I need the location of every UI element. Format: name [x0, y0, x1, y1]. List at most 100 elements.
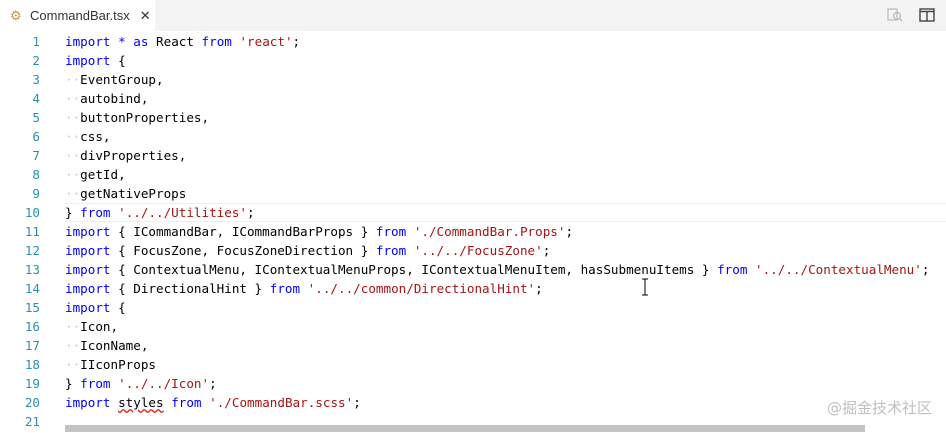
code-line[interactable]: 7 ··divProperties,	[0, 146, 946, 165]
code-line[interactable]: 18 ··IIconProps	[0, 355, 946, 374]
horizontal-scrollbar[interactable]	[65, 425, 865, 432]
editor-tab[interactable]: ⚙ CommandBar.tsx ✕	[0, 0, 155, 31]
code-text: import {	[65, 298, 126, 317]
code-token: IconName,	[80, 338, 149, 353]
line-number: 20	[24, 395, 40, 410]
line-number: 3	[32, 72, 40, 87]
code-token: buttonProperties,	[80, 110, 210, 125]
indent-guide: ··	[65, 72, 81, 87]
keyword-token: from	[80, 376, 111, 391]
indent-guide: ··	[65, 319, 81, 334]
code-line[interactable]: 11 import { ICommandBar, ICommandBarProps…	[0, 222, 946, 241]
code-text: ··IIconProps	[65, 355, 156, 374]
keyword-token: from	[201, 34, 232, 49]
code-token: IIconProps	[80, 357, 156, 372]
keyword-token: from	[171, 395, 202, 410]
keyword-token: as	[133, 34, 149, 49]
code-line[interactable]: 2 import {	[0, 51, 946, 70]
code-token: React	[148, 34, 202, 49]
line-number: 17	[24, 338, 40, 353]
indent-guide: ··	[65, 129, 81, 144]
code-text: ··IconName,	[65, 336, 148, 355]
code-line[interactable]: 10 } from '../../Utilities';	[0, 203, 946, 222]
indent-guide: ··	[65, 357, 81, 372]
code-text: ··EventGroup,	[65, 70, 164, 89]
code-text: import {	[65, 51, 126, 70]
code-text: ··Icon,	[65, 317, 118, 336]
split-editor-icon[interactable]	[918, 6, 936, 24]
code-token: divProperties,	[80, 148, 187, 163]
code-text: ··divProperties,	[65, 146, 186, 165]
code-token: getNativeProps	[80, 186, 187, 201]
code-text: import { FocusZone, FocusZoneDirection }…	[65, 241, 550, 260]
keyword-token: import	[65, 243, 111, 258]
line-number: 4	[32, 91, 40, 106]
code-text: ··getNativeProps	[65, 184, 186, 203]
string-token: '../../Utilities'	[118, 205, 248, 220]
code-token: { FocusZone, FocusZoneDirection }	[110, 243, 376, 258]
code-line[interactable]: 16 ··Icon,	[0, 317, 946, 336]
line-number: 2	[32, 53, 40, 68]
line-number: 8	[32, 167, 40, 182]
code-token: ;	[565, 224, 574, 239]
code-token: getId,	[80, 167, 126, 182]
string-token: 'react'	[239, 34, 293, 49]
code-line[interactable]: 12 import { FocusZone, FocusZoneDirection…	[0, 241, 946, 260]
code-token: ;	[292, 34, 301, 49]
code-text: ··getId,	[65, 165, 126, 184]
code-editor[interactable]: 1 import * as React from 'react'; 2 import …	[0, 31, 946, 433]
code-text: } from '../../Utilities';	[65, 203, 255, 222]
code-line[interactable]: 1 import * as React from 'react';	[0, 32, 946, 51]
code-token: { ContextualMenu, IContextualMenuProps, …	[110, 262, 718, 277]
code-token: ;	[209, 376, 217, 391]
code-token: }	[65, 205, 81, 220]
keyword-token: import	[65, 53, 111, 68]
string-token: '../../common/DirectionalHint'	[307, 281, 536, 296]
indent-guide: ··	[65, 186, 81, 201]
code-line[interactable]: 4 ··autobind,	[0, 89, 946, 108]
code-line[interactable]: 5 ··buttonProperties,	[0, 108, 946, 127]
line-number: 15	[24, 300, 40, 315]
line-number: 5	[32, 110, 40, 125]
code-text: ··buttonProperties,	[65, 108, 209, 127]
code-line[interactable]: 3 ··EventGroup,	[0, 70, 946, 89]
code-line[interactable]: 20 import styles from './CommandBar.scss'…	[0, 393, 946, 412]
line-number: 6	[32, 129, 40, 144]
keyword-token: import	[65, 300, 111, 315]
code-line[interactable]: 19} from '../../Icon';	[0, 374, 946, 393]
string-token: '../../Icon'	[118, 376, 210, 391]
close-icon[interactable]: ✕	[140, 8, 151, 24]
code-token: ;	[535, 281, 543, 296]
code-token: autobind,	[80, 91, 149, 106]
code-line[interactable]: 17 ··IconName,	[0, 336, 946, 355]
string-token: './CommandBar.Props'	[413, 224, 566, 239]
keyword-token: from	[269, 281, 301, 296]
tab-filename: CommandBar.tsx	[30, 8, 130, 23]
watermark: @掘金技术社区	[826, 399, 932, 417]
code-token: EventGroup,	[80, 72, 164, 87]
code-token: ;	[921, 262, 930, 277]
code-line[interactable]: 14 import { DirectionalHint } from '../..…	[0, 279, 946, 298]
open-changes-icon[interactable]	[886, 6, 904, 24]
code-line[interactable]: 6 ··css,	[0, 127, 946, 146]
code-token: ;	[247, 205, 255, 220]
code-line[interactable]: 8 ··getId,	[0, 165, 946, 184]
line-number: 12	[24, 243, 40, 258]
code-text: import { DirectionalHint } from '../../c…	[65, 279, 543, 298]
code-line[interactable]: 9 ··getNativeProps	[0, 184, 946, 203]
identifier-token: styles	[118, 395, 164, 410]
text-cursor-icon	[642, 278, 648, 296]
line-number: 10	[24, 205, 40, 220]
code-token: }	[65, 376, 81, 391]
line-number: 11	[24, 224, 40, 239]
code-line[interactable]: 13 import { ContextualMenu, IContextualMe…	[0, 260, 946, 279]
indent-guide: ··	[65, 110, 81, 125]
string-token: '../../FocusZone'	[413, 243, 543, 258]
code-line[interactable]: 15 import {	[0, 298, 946, 317]
